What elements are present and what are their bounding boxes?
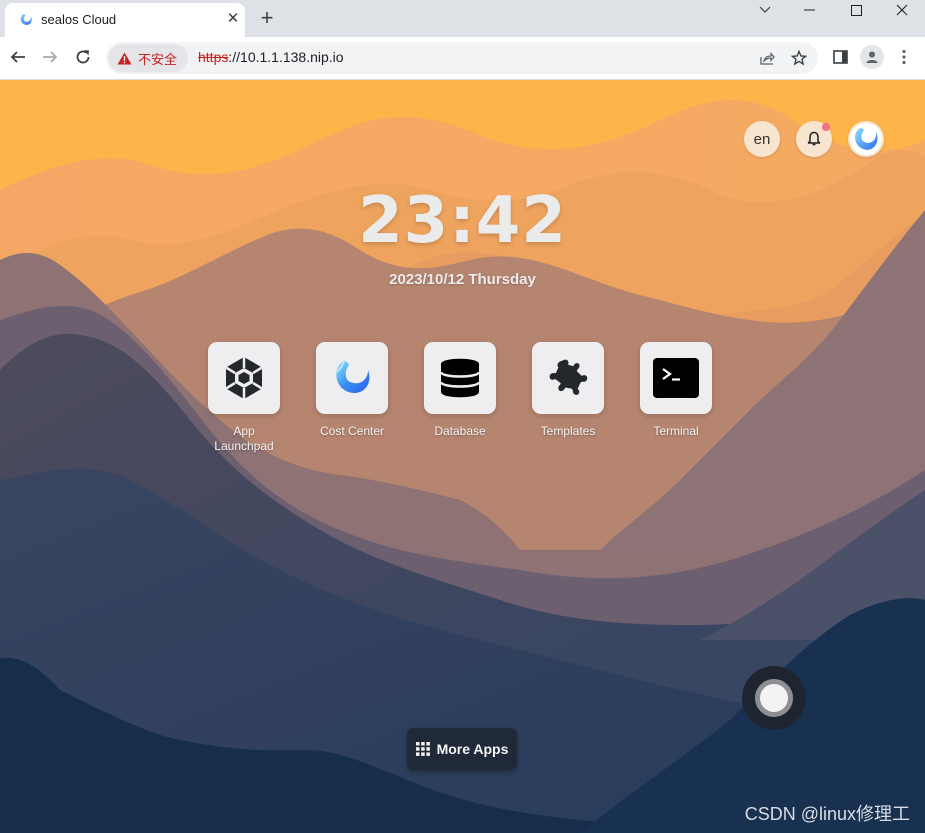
new-tab-button[interactable]: + (256, 5, 278, 30)
bell-icon (807, 131, 821, 146)
plus-icon: + (260, 5, 274, 30)
sealos-logo-icon (850, 123, 882, 155)
app-tile (424, 342, 496, 414)
tab-close-icon[interactable]: ✕ (223, 9, 243, 29)
bookmark-button[interactable] (790, 49, 808, 67)
more-menu-icon (902, 49, 906, 65)
app-label: App Launchpad (214, 424, 274, 453)
profile-icon (866, 51, 878, 63)
share-button[interactable] (758, 49, 776, 67)
back-button[interactable] (7, 46, 29, 68)
app-label: Database (434, 424, 486, 438)
sealos-desktop: en 23:42 2023/10/12 Thursday App Launchpa… (0, 80, 925, 833)
window-close-button[interactable] (880, 0, 924, 20)
more-apps-button[interactable]: More Apps (407, 728, 517, 770)
browser-toolbar: 不安全 https://10.1.1.138.nip.io (0, 37, 925, 80)
user-avatar-button[interactable] (848, 121, 884, 157)
side-panel-button[interactable] (829, 46, 851, 68)
address-bar[interactable]: 不安全 https://10.1.1.138.nip.io (106, 42, 818, 74)
url-text[interactable]: https://10.1.1.138.nip.io (198, 49, 344, 65)
hexagon-cube-icon (225, 357, 263, 399)
chevron-down-icon (759, 6, 771, 13)
forward-button[interactable] (39, 46, 61, 68)
minimize-button[interactable] (788, 0, 832, 20)
app-cost-center[interactable]: Cost Center (307, 342, 397, 439)
profile-button[interactable] (860, 45, 884, 69)
bookmark-star-icon (791, 50, 807, 66)
close-icon (896, 4, 908, 16)
app-database[interactable]: Database (415, 342, 505, 439)
grid-icon (415, 742, 430, 756)
sealos-logo-icon (335, 360, 370, 394)
forward-arrow-icon (43, 51, 58, 63)
clock-date: 2023/10/12 Thursday (389, 271, 536, 288)
sealos-logo-icon (20, 14, 32, 25)
terminal-icon (653, 358, 699, 398)
app-label: Terminal (653, 424, 699, 438)
side-panel-icon (832, 50, 848, 64)
more-apps-label: More Apps (436, 741, 509, 757)
watermark: CSDN @linux修理工 (744, 804, 910, 824)
clock-time: 23:42 (358, 184, 567, 258)
app-tile (532, 342, 604, 414)
language-label: en (753, 130, 771, 148)
tab-title: sealos Cloud (41, 12, 117, 27)
app-launchpad[interactable]: App Launchpad (199, 342, 289, 454)
floating-assistant-button[interactable] (742, 666, 806, 730)
maximize-button[interactable] (834, 0, 878, 20)
more-menu-button[interactable] (893, 46, 915, 68)
warning-triangle-icon (117, 52, 132, 64)
database-icon (440, 358, 480, 398)
minimize-icon (804, 9, 815, 11)
puzzle-piece-icon (549, 359, 588, 395)
app-templates[interactable]: Templates (523, 342, 613, 439)
tab-strip: sealos Cloud ✕ + (0, 0, 925, 37)
language-switch-button[interactable]: en (744, 121, 780, 157)
app-label: Cost Center (319, 424, 385, 438)
notifications-button[interactable] (796, 121, 832, 157)
assistive-touch-icon (755, 679, 793, 717)
app-tile (640, 342, 712, 414)
app-terminal[interactable]: Terminal (631, 342, 721, 439)
url-host: ://10.1.1.138.nip.io (228, 49, 344, 65)
security-indicator[interactable]: 不安全 (108, 44, 188, 72)
tab-search-button[interactable] (743, 0, 787, 20)
share-icon (760, 51, 775, 65)
back-arrow-icon (10, 51, 25, 63)
reload-icon (76, 50, 90, 64)
security-label: 不安全 (138, 51, 178, 67)
app-tile (316, 342, 388, 414)
reload-button[interactable] (72, 46, 94, 68)
url-scheme: https (198, 49, 229, 65)
maximize-icon (850, 4, 862, 16)
unread-indicator (822, 123, 830, 131)
browser-tab[interactable]: sealos Cloud ✕ (5, 3, 245, 37)
app-tile (208, 342, 280, 414)
app-label: Templates (540, 424, 596, 438)
